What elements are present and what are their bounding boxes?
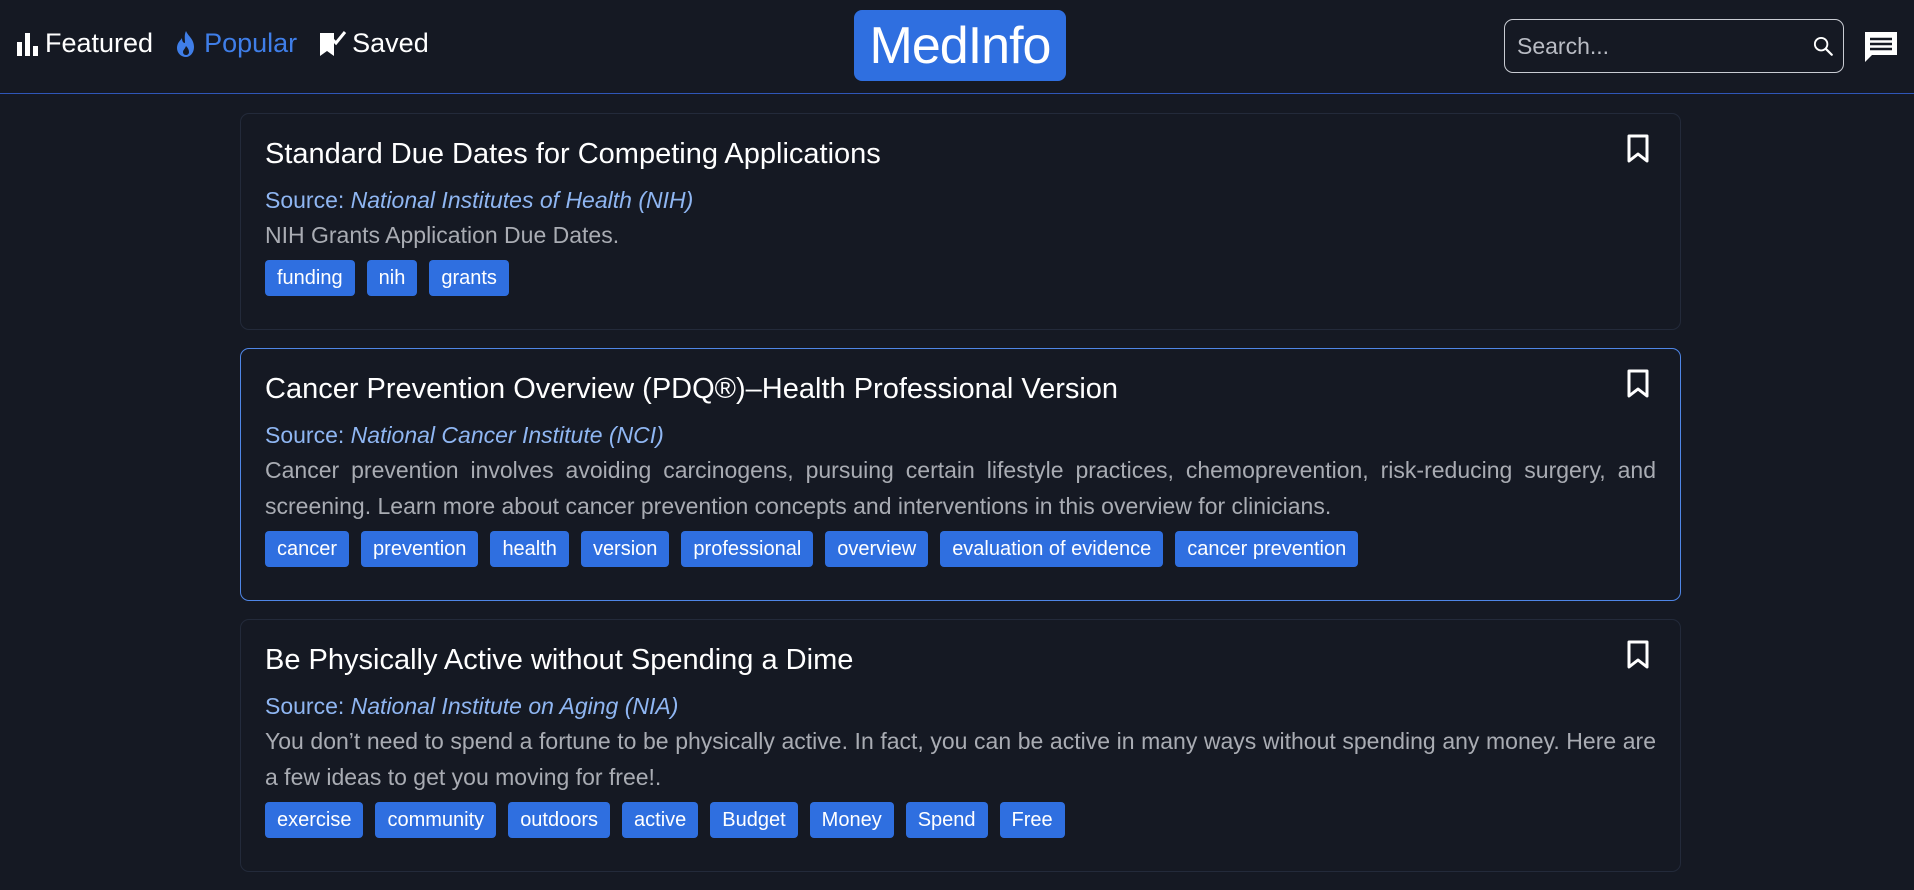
article-source: Source: National Institute on Aging (NIA… [265,691,1656,721]
tag[interactable]: Budget [710,802,798,838]
tag[interactable]: Money [809,802,894,838]
nav-featured-label: Featured [45,28,154,58]
article-description: You don’t need to spend a fortune to be … [265,728,1656,790]
nav-saved[interactable]: Saved [317,28,429,59]
nav-popular[interactable]: Popular [173,28,297,59]
bookmark-icon [1627,134,1649,163]
tag[interactable]: active [622,802,699,838]
search-box [1504,19,1844,73]
bookmark-check-icon [320,30,347,56]
tag[interactable]: overview [825,531,929,567]
article-title[interactable]: Be Physically Active without Spending a … [265,640,1656,680]
tag[interactable]: outdoors [508,802,611,838]
bookmark-icon [1627,369,1649,398]
nav-saved-label: Saved [352,28,429,58]
tag[interactable]: cancer prevention [1175,531,1359,567]
search-input[interactable] [1517,32,1813,60]
source-name[interactable]: National Institute on Aging (NIA) [351,693,679,719]
source-label: Source: [265,422,351,448]
tag[interactable]: Free [999,802,1065,838]
source-label: Source: [265,693,351,719]
tag[interactable]: exercise [265,802,364,838]
source-name[interactable]: National Institutes of Health (NIH) [351,187,694,213]
tag[interactable]: evaluation of evidence [940,531,1164,567]
bookmark-button[interactable] [1626,134,1650,169]
article-source: Source: National Cancer Institute (NCI) [265,420,1656,450]
tag[interactable]: professional [681,531,814,567]
tag[interactable]: grants [429,260,509,296]
article-title[interactable]: Cancer Prevention Overview (PDQ®)–Health… [265,369,1656,409]
source-label: Source: [265,187,351,213]
tag[interactable]: cancer [265,531,350,567]
article-source: Source: National Institutes of Health (N… [265,185,1656,215]
tag[interactable]: health [490,531,569,567]
bar-chart-icon [17,32,38,56]
tag[interactable]: community [375,802,497,838]
bookmark-button[interactable] [1626,369,1650,404]
article-description: Cancer prevention involves avoiding carc… [265,457,1656,519]
bookmark-icon [1627,640,1649,669]
flame-icon [177,30,195,57]
article-card[interactable]: Standard Due Dates for Competing Applica… [240,113,1681,330]
tag-list: exercise community outdoors active Budge… [265,802,1656,846]
tag[interactable]: nih [366,260,418,296]
article-card[interactable]: Be Physically Active without Spending a … [240,619,1681,872]
source-name[interactable]: National Cancer Institute (NCI) [351,422,664,448]
tag-list: funding nih grants [265,260,1656,304]
tag[interactable]: prevention [361,531,479,567]
medinfo-logo[interactable]: MedInfo [854,10,1066,81]
nav-featured[interactable]: Featured [16,28,153,59]
tag-list: cancer prevention health version profess… [265,531,1656,575]
bookmark-button[interactable] [1626,640,1650,675]
nav-popular-label: Popular [204,28,298,58]
tag[interactable]: funding [265,260,355,296]
chat-button[interactable] [1863,29,1899,70]
article-card[interactable]: Cancer Prevention Overview (PDQ®)–Health… [240,348,1681,601]
tag[interactable]: version [580,531,670,567]
article-description: NIH Grants Application Due Dates. [265,222,620,248]
main-nav: Featured Popular Saved [16,28,449,59]
top-header: Featured Popular Saved MedInfo [0,0,1914,94]
chat-icon [1865,32,1897,62]
article-list: Standard Due Dates for Competing Applica… [240,113,1681,890]
article-title[interactable]: Standard Due Dates for Competing Applica… [265,134,1656,174]
search-icon[interactable] [1813,30,1833,62]
tag[interactable]: Spend [905,802,988,838]
